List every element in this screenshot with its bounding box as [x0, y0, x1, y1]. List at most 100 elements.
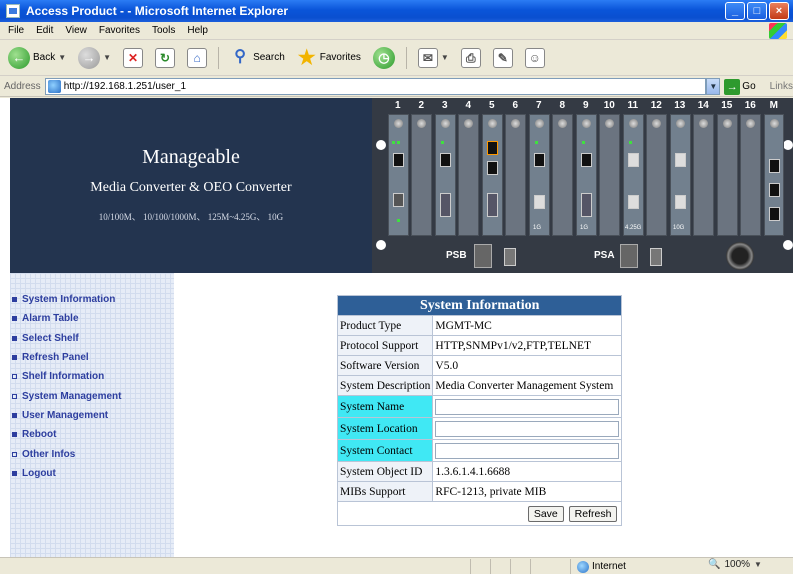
star-icon: ★: [297, 46, 316, 69]
slot-10-empty[interactable]: [599, 114, 620, 236]
row-label: Product Type: [336, 315, 434, 336]
stop-icon: ✕: [123, 47, 144, 68]
slot-6-empty[interactable]: [505, 114, 526, 236]
slot-number: 8: [559, 100, 566, 111]
slot-9-card[interactable]: 1G: [576, 114, 597, 236]
status-divider: [510, 559, 511, 574]
sidebar-item-logout[interactable]: Logout: [10, 464, 174, 483]
psa-power-socket-icon[interactable]: [620, 244, 638, 268]
rj45-port-icon: [487, 141, 498, 155]
edit-button[interactable]: ✎: [489, 45, 517, 71]
system-name-field[interactable]: [435, 398, 620, 415]
history-button[interactable]: ◷: [369, 45, 399, 71]
psb-label: PSB: [446, 250, 467, 261]
slot-11-card[interactable]: 4.25G: [623, 114, 644, 236]
row-value: 1.3.6.1.4.1.6688: [432, 461, 623, 482]
slot-numbers: 1 2 3 4 5 6 7 8 9 10 11 12 13 14 15 16 M: [386, 100, 786, 112]
sfp-port-icon: [675, 195, 686, 209]
print-button[interactable]: ⎙: [457, 45, 485, 71]
header-banner: Manageable Media Converter & OEO Convert…: [10, 98, 793, 273]
sfp-port-icon: [628, 195, 639, 209]
slot-5-card[interactable]: [482, 114, 503, 236]
rj45-port-icon: [534, 153, 545, 167]
slot-12-empty[interactable]: [646, 114, 667, 236]
favorites-button[interactable]: ★ Favorites: [293, 45, 365, 71]
psa-switch-icon[interactable]: [650, 248, 662, 266]
slot-m-card[interactable]: [764, 114, 784, 236]
maximize-button[interactable]: □: [747, 2, 767, 20]
sidebar-item-refresh-panel[interactable]: Refresh Panel: [10, 348, 174, 367]
sidebar-item-shelf-information[interactable]: Shelf Information: [10, 367, 174, 386]
menu-favorites[interactable]: Favorites: [93, 25, 146, 36]
slot-2-empty[interactable]: [411, 114, 432, 236]
psb-switch-icon[interactable]: [504, 248, 516, 266]
minimize-button[interactable]: _: [725, 2, 745, 20]
dropdown-arrow-icon[interactable]: ▼: [103, 53, 111, 62]
stop-button[interactable]: ✕: [119, 45, 147, 71]
brand-subtitle: Media Converter & OEO Converter: [90, 180, 292, 195]
chassis-panel[interactable]: 1 2 3 4 5 6 7 8 9 10 11 12 13 14 15 16 M: [372, 98, 793, 273]
back-button[interactable]: ← Back ▼: [4, 45, 70, 71]
slot-number: 12: [650, 100, 662, 111]
sidebar-item-select-shelf[interactable]: Select Shelf: [10, 329, 174, 348]
screw-icon: [394, 119, 403, 128]
sidebar-item-alarm-table[interactable]: Alarm Table: [10, 309, 174, 328]
refresh-page-button[interactable]: ↻: [151, 45, 179, 71]
messenger-button[interactable]: ☺: [521, 45, 549, 71]
dropdown-arrow-icon[interactable]: ▼: [58, 53, 66, 62]
slot-1-card[interactable]: [388, 114, 409, 236]
system-contact-field[interactable]: [435, 442, 620, 459]
sidebar-item-reboot[interactable]: Reboot: [10, 425, 174, 444]
slot-8-empty[interactable]: [552, 114, 573, 236]
slot-14-empty[interactable]: [693, 114, 714, 236]
search-button[interactable]: ⚲ Search: [226, 45, 289, 71]
slot-15-empty[interactable]: [717, 114, 738, 236]
menu-view[interactable]: View: [59, 25, 93, 36]
back-label: Back: [33, 52, 56, 63]
menu-edit[interactable]: Edit: [30, 25, 59, 36]
toolbar-separator: [405, 46, 407, 69]
slot-3-card[interactable]: [435, 114, 456, 236]
links-button[interactable]: Links: [770, 81, 793, 92]
slot-4-empty[interactable]: [458, 114, 479, 236]
address-input[interactable]: http://192.168.1.251/user_1: [44, 78, 707, 95]
rail-marker-icon: [783, 240, 793, 250]
address-dropdown-icon[interactable]: ▼: [706, 78, 721, 95]
row-value: HTTP,SNMPv1/v2,FTP,TELNET: [432, 335, 623, 356]
refresh-button[interactable]: Refresh: [568, 505, 618, 522]
screw-icon: [652, 119, 661, 128]
forward-button[interactable]: → ▼: [74, 45, 115, 71]
slot-7-card[interactable]: 1G: [529, 114, 550, 236]
system-location-field[interactable]: [435, 420, 620, 437]
go-button[interactable]: → Go: [724, 78, 756, 95]
screw-icon: [511, 119, 520, 128]
window-title: Access Product - - Microsoft Internet Ex…: [26, 4, 289, 18]
close-button[interactable]: ×: [769, 2, 789, 20]
history-icon: ◷: [372, 46, 395, 69]
dropdown-arrow-icon[interactable]: ▼: [754, 560, 762, 569]
row-label: System Name: [336, 395, 434, 418]
led-icon: [392, 141, 395, 144]
menu-file[interactable]: File: [2, 25, 30, 36]
system-information-table: System Information Product Type MGMT-MC …: [336, 295, 623, 526]
slot-13-card[interactable]: 10G: [670, 114, 691, 236]
sidebar-item-other-infos[interactable]: Other Infos: [10, 444, 174, 463]
slot-16-empty[interactable]: [740, 114, 761, 236]
sidebar-item-system-management[interactable]: System Management: [10, 386, 174, 405]
menu-help[interactable]: Help: [181, 25, 214, 36]
mail-button[interactable]: ✉ ▼: [414, 45, 453, 71]
brand-title: Manageable: [142, 146, 240, 168]
sidebar-item-user-management[interactable]: User Management: [10, 406, 174, 425]
zoom-control[interactable]: 🔍 100% ▼: [708, 559, 762, 570]
dropdown-arrow-icon[interactable]: ▼: [441, 53, 449, 62]
slot-number: 4: [465, 100, 472, 111]
sidebar-item-system-information[interactable]: System Information: [10, 290, 174, 309]
psb-power-socket-icon[interactable]: [474, 244, 492, 268]
table-row: System Description Media Converter Manag…: [336, 375, 623, 396]
slot-number: 7: [535, 100, 542, 111]
bullet-icon: [12, 393, 17, 399]
home-button[interactable]: ⌂: [183, 45, 211, 71]
rj45-port-icon: [769, 159, 780, 173]
menu-tools[interactable]: Tools: [146, 25, 181, 36]
save-button[interactable]: Save: [527, 505, 564, 522]
